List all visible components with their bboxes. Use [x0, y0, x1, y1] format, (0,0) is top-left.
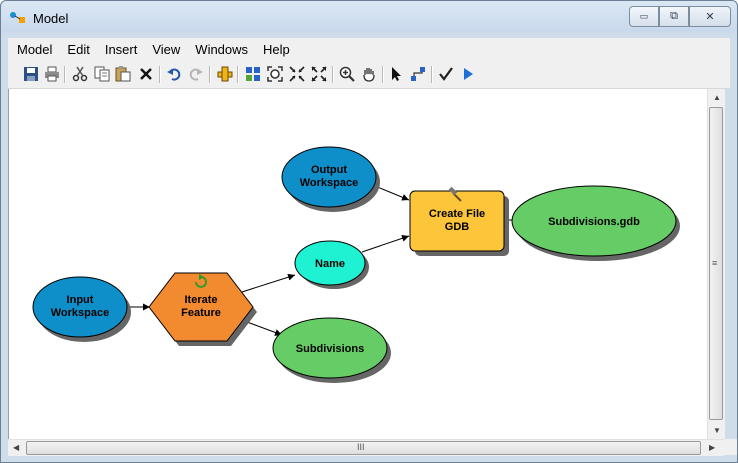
connect-icon[interactable] [409, 65, 427, 83]
menu-help[interactable]: Help [257, 42, 296, 57]
node-label: Iterate [184, 294, 217, 306]
menu-model[interactable]: Model [11, 42, 58, 57]
title-bar[interactable]: Model ▭ ⧉ ✕ [1, 1, 737, 35]
model-diagram[interactable]: Input Workspace Iterate Feature Name Sub… [9, 89, 708, 439]
horizontal-scrollbar[interactable]: ◀ III ▶ [8, 439, 724, 456]
validate-icon[interactable] [437, 65, 455, 83]
restore-button[interactable]: ⧉ [659, 6, 689, 27]
save-icon[interactable] [22, 65, 40, 83]
node-label: Subdivisions.gdb [548, 216, 640, 228]
node-input-workspace[interactable]: Input Workspace [32, 276, 131, 342]
scroll-down-icon[interactable]: ▼ [713, 426, 721, 435]
close-icon: ✕ [705, 11, 715, 23]
cut-icon[interactable] [71, 65, 89, 83]
run-icon[interactable] [459, 65, 477, 83]
fixed-zoom-in-icon[interactable] [288, 65, 306, 83]
menu-bar: Model Edit Insert View Windows Help [8, 38, 730, 60]
node-iterate-feature[interactable]: Iterate Feature [148, 272, 257, 346]
node-name[interactable]: Name [294, 240, 369, 289]
connector-output-create[interactable] [374, 185, 410, 201]
node-subdivisions-gdb[interactable]: Subdivisions.gdb [511, 185, 680, 261]
node-label: Feature [181, 307, 221, 319]
minimize-icon: ▭ [639, 11, 649, 21]
restore-icon: ⧉ [670, 10, 678, 22]
zoom-in-icon[interactable] [338, 65, 356, 83]
scroll-grip-icon: ≡ [712, 258, 718, 268]
fixed-zoom-out-icon[interactable] [310, 65, 328, 83]
menu-windows[interactable]: Windows [189, 42, 254, 57]
node-create-file-gdb[interactable]: Create File GDB [409, 186, 509, 256]
node-output-workspace[interactable]: Output Workspace [281, 146, 380, 212]
redo-icon[interactable] [187, 65, 205, 83]
node-label: GDB [445, 221, 470, 233]
print-icon[interactable] [43, 65, 61, 83]
node-label: Workspace [51, 307, 110, 319]
auto-layout-icon[interactable] [244, 65, 262, 83]
node-subdivisions[interactable]: Subdivisions [272, 317, 391, 383]
menu-edit[interactable]: Edit [61, 42, 95, 57]
scrollbar-corner [724, 439, 737, 455]
select-icon[interactable] [388, 65, 406, 83]
full-extent-icon[interactable] [266, 65, 284, 83]
close-button[interactable]: ✕ [689, 6, 731, 27]
undo-icon[interactable] [165, 65, 183, 83]
pan-icon[interactable] [360, 65, 378, 83]
copy-icon[interactable] [93, 65, 111, 83]
node-label: Name [315, 258, 345, 270]
menu-view[interactable]: View [146, 42, 186, 57]
node-label: Input [67, 294, 94, 306]
toolbar [8, 60, 730, 89]
modelbuilder-icon [10, 12, 25, 23]
scroll-left-icon[interactable]: ◀ [13, 443, 19, 452]
node-label: Subdivisions [296, 343, 364, 355]
menu-insert[interactable]: Insert [99, 42, 144, 57]
node-label: Output [311, 164, 347, 176]
vertical-scrollbar[interactable]: ▲ ≡ ▼ [707, 89, 725, 439]
node-label: Create File [429, 208, 485, 220]
connector-iterate-name[interactable] [241, 273, 296, 293]
model-canvas[interactable]: Input Workspace Iterate Feature Name Sub… [8, 89, 708, 439]
window-title: Model [33, 11, 69, 26]
delete-icon[interactable] [137, 65, 155, 83]
scroll-up-icon[interactable]: ▲ [713, 93, 721, 102]
add-data-icon[interactable] [216, 65, 234, 83]
connector-name-create[interactable] [361, 234, 410, 253]
node-label: Workspace [300, 177, 359, 189]
paste-icon[interactable] [114, 65, 132, 83]
model-window: Model ▭ ⧉ ✕ Model Edit Insert View Windo… [0, 0, 738, 463]
minimize-button[interactable]: ▭ [629, 6, 659, 27]
scroll-right-icon[interactable]: ▶ [709, 443, 715, 452]
scroll-grip-h-icon: III [357, 442, 365, 452]
